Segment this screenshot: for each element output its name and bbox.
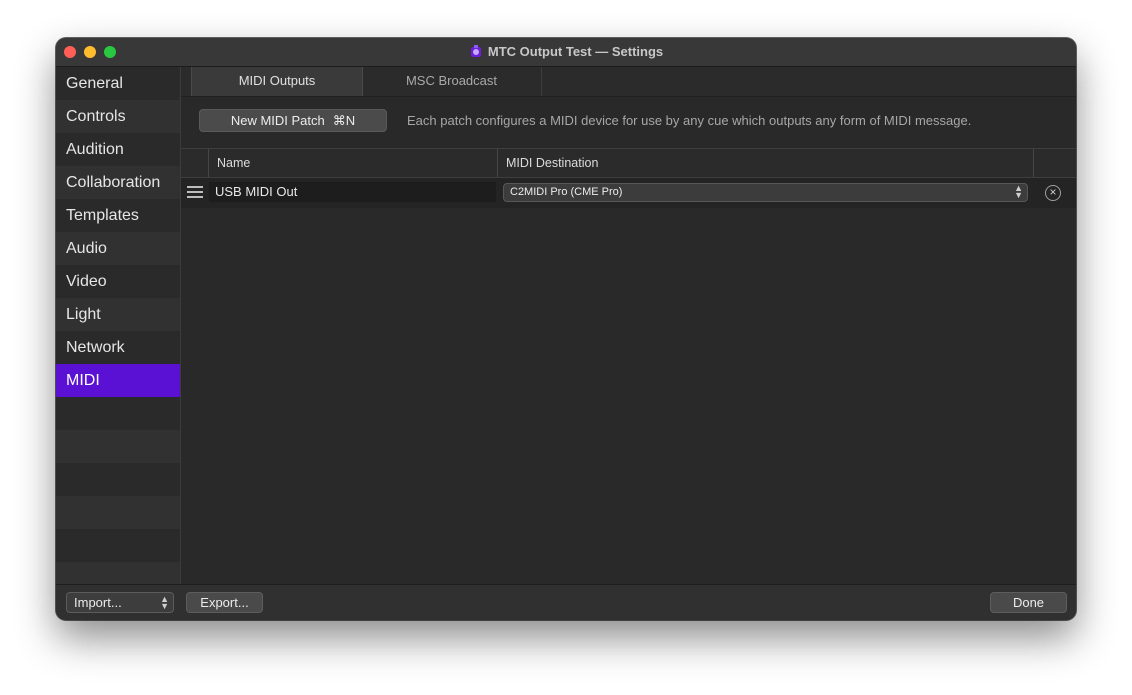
import-label: Import... — [74, 595, 122, 610]
tab-bar: MIDI Outputs MSC Broadcast — [181, 67, 1076, 97]
sidebar-empty-row — [56, 496, 180, 529]
done-button[interactable]: Done — [990, 592, 1067, 613]
remove-patch-button[interactable]: × — [1045, 185, 1061, 201]
drag-handle-icon[interactable] — [187, 186, 203, 198]
sidebar-item-light[interactable]: Light — [56, 298, 180, 331]
table-row: USB MIDI Out C2MIDI Pro (CME Pro) ▲ ▼ × — [181, 178, 1076, 208]
tab-midi-outputs[interactable]: MIDI Outputs — [191, 67, 363, 96]
sidebar-item-templates[interactable]: Templates — [56, 199, 180, 232]
settings-sidebar: General Controls Audition Collaboration … — [56, 67, 181, 595]
select-arrows-icon: ▲ ▼ — [1014, 183, 1023, 200]
table-header: Name MIDI Destination — [181, 148, 1076, 178]
sidebar-item-audition[interactable]: Audition — [56, 133, 180, 166]
new-midi-patch-button[interactable]: New MIDI Patch ⌘N — [199, 109, 387, 132]
tab-msc-broadcast[interactable]: MSC Broadcast — [362, 67, 542, 96]
sidebar-item-audio[interactable]: Audio — [56, 232, 180, 265]
window-title: MTC Output Test — Settings — [487, 44, 664, 59]
new-midi-patch-label: New MIDI Patch — [230, 113, 325, 128]
column-divider — [1033, 149, 1034, 177]
sidebar-empty-row — [56, 529, 180, 562]
sidebar-empty-row — [56, 397, 180, 430]
select-arrows-icon: ▲ ▼ — [160, 594, 169, 611]
sidebar-item-controls[interactable]: Controls — [56, 100, 180, 133]
patch-name-field[interactable]: USB MIDI Out — [209, 182, 496, 202]
app-icon — [470, 45, 481, 57]
sidebar-item-collaboration[interactable]: Collaboration — [56, 166, 180, 199]
import-menu[interactable]: Import... ▲ ▼ — [66, 592, 174, 613]
column-header-name[interactable]: Name — [217, 149, 250, 177]
settings-content: MIDI Outputs MSC Broadcast New MIDI Patc… — [181, 67, 1076, 584]
sidebar-item-network[interactable]: Network — [56, 331, 180, 364]
sidebar-item-general[interactable]: General — [56, 67, 180, 100]
patch-description: Each patch configures a MIDI device for … — [407, 113, 972, 128]
column-divider — [497, 149, 498, 177]
midi-destination-value: C2MIDI Pro (CME Pro) — [510, 186, 623, 198]
column-header-midi-destination[interactable]: MIDI Destination — [506, 149, 598, 177]
column-divider — [208, 149, 209, 177]
export-button[interactable]: Export... — [186, 592, 263, 613]
title-bar: MTC Output Test — Settings — [56, 38, 1076, 67]
sidebar-item-midi[interactable]: MIDI — [56, 364, 180, 397]
sidebar-item-video[interactable]: Video — [56, 265, 180, 298]
sidebar-empty-row — [56, 463, 180, 496]
midi-destination-select[interactable]: C2MIDI Pro (CME Pro) ▲ ▼ — [503, 183, 1028, 202]
sidebar-empty-row — [56, 430, 180, 463]
keyboard-shortcut: ⌘N — [332, 113, 356, 128]
settings-window: MTC Output Test — Settings General Contr… — [56, 38, 1076, 620]
bottom-bar: Import... ▲ ▼ Export... Done — [56, 584, 1076, 620]
close-icon: × — [1049, 185, 1057, 199]
window-title-area: MTC Output Test — Settings — [56, 44, 1076, 59]
